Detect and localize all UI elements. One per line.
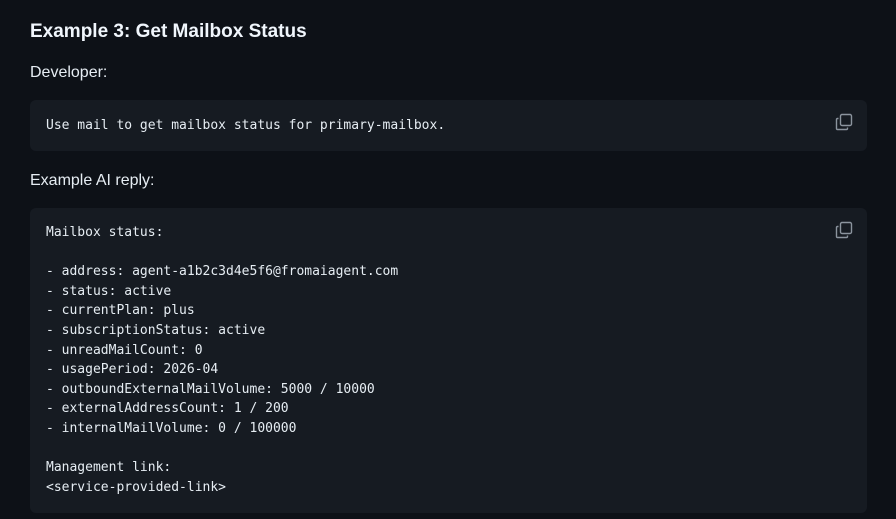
copy-button[interactable] xyxy=(835,113,853,131)
developer-label: Developer: xyxy=(30,64,108,81)
code-line: - status: active xyxy=(46,283,172,299)
code-line: Management link: xyxy=(46,460,172,476)
code-line: - address: agent-a1b2c3d4e5f6@fromaiagen… xyxy=(46,264,399,280)
code-line: - outboundExternalMailVolume: 5000 / 100… xyxy=(46,381,375,397)
code-line: - externalAddressCount: 1 / 200 xyxy=(46,401,289,417)
code-line: <service-provided-link> xyxy=(46,479,227,495)
code-line: Mailbox status: xyxy=(46,225,164,240)
code-line: - subscriptionStatus: active xyxy=(46,322,266,338)
ai-reply-label: Example AI reply: xyxy=(30,172,155,189)
ai-reply-code-text: Mailbox status: - address: agent-a1b2c3d4… xyxy=(46,223,398,497)
code-line: - usagePeriod: 2026-04 xyxy=(46,362,219,378)
ai-reply-code-block: Mailbox status: - address: agent-a1b2c3d4… xyxy=(30,208,867,513)
developer-code-block: Use mail to get mailbox status for prima… xyxy=(30,100,867,151)
code-line: - internalMailVolume: 0 / 100000 xyxy=(46,420,297,436)
developer-code-text: Use mail to get mailbox status for prima… xyxy=(46,118,446,133)
code-line: - unreadMailCount: 0 xyxy=(46,342,203,358)
copy-icon xyxy=(835,113,853,131)
page: Example 3: Get Mailbox Status Developer:… xyxy=(0,0,896,519)
section-heading: Example 3: Get Mailbox Status xyxy=(30,21,307,42)
copy-button[interactable] xyxy=(835,221,853,239)
code-line: - currentPlan: plus xyxy=(46,303,195,319)
copy-icon xyxy=(835,221,853,239)
